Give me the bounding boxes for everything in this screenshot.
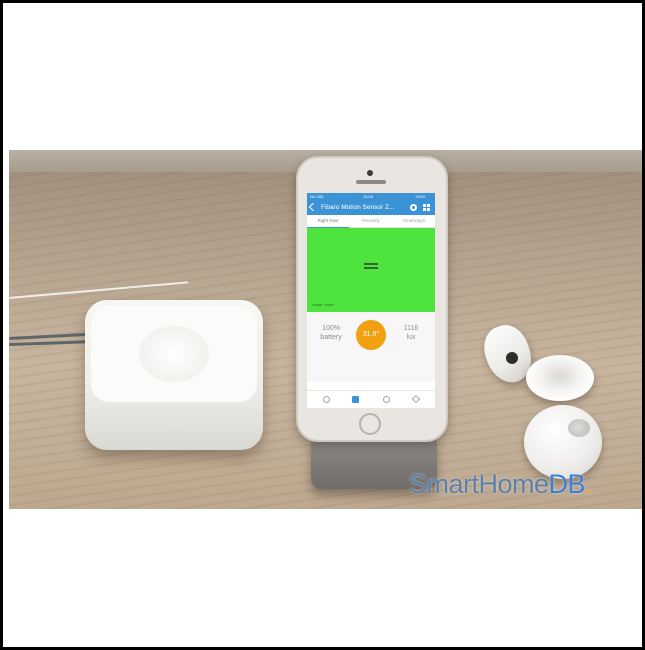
hub-status-led — [171, 424, 177, 427]
motion-status-tile[interactable]: Tamper: active — [307, 228, 435, 312]
tamper-caption: Tamper: active — [311, 303, 334, 307]
home-button[interactable] — [359, 413, 381, 435]
battery-tile[interactable]: 100% battery — [311, 324, 351, 342]
gear-icon[interactable] — [410, 204, 417, 211]
image-frame: No SIM 16:06 100% Fibaro Motion Sensor Z… — [0, 0, 645, 650]
marketplace-icon[interactable] — [411, 394, 421, 404]
device-tabs: Right Now Recently SmartApps — [307, 215, 435, 228]
front-camera — [367, 170, 373, 176]
battery-label: battery — [320, 334, 342, 341]
back-arrow-icon[interactable] — [308, 202, 318, 212]
motion-arrows-icon — [364, 261, 378, 271]
lux-value: 1116 — [403, 325, 419, 332]
hub-center-logo — [139, 326, 209, 382]
smartphone: No SIM 16:06 100% Fibaro Motion Sensor Z… — [296, 156, 448, 442]
carrier-text: No SIM — [310, 194, 324, 199]
watermark-dot: . — [585, 469, 593, 499]
sensor-lens — [568, 419, 590, 437]
temperature-tile[interactable]: 31.9° — [356, 320, 386, 350]
things-icon[interactable] — [352, 396, 359, 403]
sensor-mount-base — [526, 355, 594, 401]
tab-smartapps[interactable]: SmartApps — [393, 215, 435, 227]
battery-value: 100% — [322, 325, 340, 332]
device-title: Fibaro Motion Sensor Z... — [321, 204, 395, 211]
hub-top-surface — [91, 306, 257, 402]
smartthings-hub — [85, 300, 263, 450]
tab-recently[interactable]: Recently — [350, 215, 392, 227]
dashboard-icon[interactable] — [323, 396, 330, 403]
power-cable — [9, 281, 189, 299]
grid-menu-icon[interactable] — [423, 204, 430, 211]
watermark-part2: DB — [548, 469, 586, 499]
lux-label: lux — [406, 334, 416, 341]
status-time: 16:06 — [363, 194, 374, 199]
status-bar: No SIM 16:06 100% — [307, 193, 435, 200]
app-header: Fibaro Motion Sensor Z... — [307, 200, 435, 215]
phone-screen: No SIM 16:06 100% Fibaro Motion Sensor Z… — [307, 193, 435, 408]
mount-clip-hole — [506, 352, 518, 364]
status-battery: 100% — [415, 194, 426, 199]
bottom-navigation — [307, 390, 435, 408]
sensor-stats: 100% battery 31.9° 1116 lux — [307, 312, 435, 382]
lux-tile[interactable]: 1116 lux — [391, 324, 431, 342]
photo: No SIM 16:06 100% Fibaro Motion Sensor Z… — [9, 150, 642, 509]
tab-right-now[interactable]: Right Now — [307, 215, 349, 228]
watermark-part1: SmartHome — [409, 469, 549, 499]
smarthomedb-watermark: SmartHomeDB. — [409, 468, 593, 500]
smartapps-icon[interactable] — [383, 396, 390, 403]
earpiece-speaker — [356, 180, 386, 184]
